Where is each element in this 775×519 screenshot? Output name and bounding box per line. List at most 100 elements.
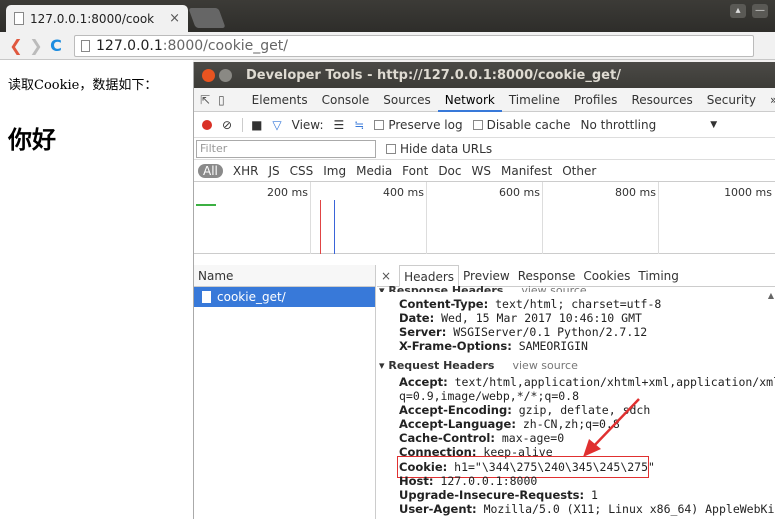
browser-toolbar: ❮ ❯ C 127.0.0.1 :8000/cookie_get/ <box>0 32 775 60</box>
url-path: :8000/cookie_get/ <box>162 37 289 54</box>
tab-sources[interactable]: Sources <box>376 88 437 112</box>
tab-profiles[interactable]: Profiles <box>567 88 625 112</box>
name-column-header[interactable]: Name <box>194 265 375 287</box>
header-row: Server: WSGIServer/0.1 Python/2.7.12 <box>399 325 648 339</box>
type-media[interactable]: Media <box>356 164 392 178</box>
tab-security[interactable]: Security <box>700 88 763 112</box>
disable-cache-checkbox[interactable]: Disable cache <box>472 118 570 132</box>
back-icon[interactable]: ❮ <box>6 36 26 55</box>
close-details-icon[interactable]: × <box>381 269 391 283</box>
large-rows-icon[interactable]: ☰ <box>334 118 345 132</box>
resource-type-filters: All XHR JS CSS Img Media Font Doc WS Man… <box>194 160 775 182</box>
header-row: Accept: text/html,application/xhtml+xml,… <box>399 375 775 389</box>
filter-icon[interactable]: ▽ <box>272 118 281 132</box>
annotation-arrow <box>583 398 640 457</box>
header-row: Content-Type: text/html; charset=utf-8 <box>399 297 662 311</box>
type-doc[interactable]: Doc <box>438 164 461 178</box>
request-row[interactable]: cookie_get/ <box>194 287 375 307</box>
throttling-select[interactable]: No throttling <box>580 118 656 132</box>
overview-icon[interactable]: ≒ <box>354 118 364 132</box>
tab-close-icon[interactable]: × <box>169 11 180 26</box>
request-timing-bar <box>196 204 216 206</box>
address-bar[interactable]: 127.0.0.1 :8000/cookie_get/ <box>74 34 754 57</box>
type-manifest[interactable]: Manifest <box>501 164 552 178</box>
checkbox-icon <box>386 143 396 154</box>
devtools-window: Developer Tools - http://127.0.0.1:8000/… <box>193 62 775 519</box>
timeline-tick: 800 ms <box>615 186 656 199</box>
page-content: 读取Cookie，数据如下： 你好 <box>0 60 193 519</box>
scroll-up-icon[interactable]: ▲ <box>768 291 774 300</box>
clear-icon[interactable]: ⊘ <box>222 118 232 132</box>
type-other[interactable]: Other <box>562 164 596 178</box>
tab-resources[interactable]: Resources <box>624 88 699 112</box>
header-row: q=0.9,image/webp,*/*;q=0.8 <box>399 389 580 403</box>
reload-icon[interactable]: C <box>46 36 66 55</box>
network-overview[interactable]: 200 ms 400 ms 600 ms 800 ms 1000 ms <box>194 182 775 254</box>
view-source-link[interactable]: view source <box>512 359 577 372</box>
tab-timeline[interactable]: Timeline <box>502 88 567 112</box>
page-icon <box>81 39 90 52</box>
window-maximize-button[interactable]: — <box>752 4 768 18</box>
type-js[interactable]: JS <box>268 164 279 178</box>
devtools-title: Developer Tools - http://127.0.0.1:8000/… <box>246 67 621 83</box>
type-img[interactable]: Img <box>323 164 346 178</box>
timeline-tick: 600 ms <box>499 186 540 199</box>
forward-icon[interactable]: ❯ <box>26 36 46 55</box>
timeline-tick: 1000 ms <box>724 186 772 199</box>
checkbox-icon <box>472 119 483 130</box>
tab-console[interactable]: Console <box>315 88 377 112</box>
tab-network[interactable]: Network <box>437 88 502 112</box>
load-event-line <box>320 200 321 254</box>
grid-line <box>310 182 311 254</box>
more-tabs-button[interactable]: » <box>763 88 775 112</box>
header-row: Cache-Control: max-age=0 <box>399 431 565 445</box>
new-tab-button[interactable] <box>188 8 226 28</box>
type-css[interactable]: CSS <box>290 164 314 178</box>
grid-line <box>426 182 427 254</box>
filter-input[interactable]: Filter <box>196 139 376 158</box>
header-row: Upgrade-Insecure-Requests: 1 <box>399 488 598 502</box>
preserve-log-checkbox[interactable]: Preserve log <box>374 118 463 132</box>
tab-timing[interactable]: Timing <box>634 265 683 287</box>
header-row: Date: Wed, 15 Mar 2017 10:46:10 GMT <box>399 311 642 325</box>
dom-content-loaded-line <box>334 200 335 254</box>
request-headers-title[interactable]: ▾ Request Headers view source <box>379 359 578 372</box>
type-font[interactable]: Font <box>402 164 428 178</box>
browser-tab[interactable]: 127.0.0.1:8000/cook × <box>6 5 188 32</box>
type-xhr[interactable]: XHR <box>233 164 259 178</box>
type-all[interactable]: All <box>198 163 223 178</box>
request-list: Name cookie_get/ <box>194 265 376 519</box>
hide-data-urls-checkbox[interactable]: Hide data URLs <box>386 142 492 156</box>
filter-row: Filter Hide data URLs <box>194 138 775 160</box>
grid-line <box>542 182 543 254</box>
screenshot-icon[interactable]: ■ <box>251 118 262 132</box>
grid-line <box>658 182 659 254</box>
minimize-window-icon[interactable] <box>219 68 232 82</box>
window-minimize-button[interactable]: ▴ <box>730 4 746 18</box>
header-row: Host: 127.0.0.1:8000 <box>399 474 538 488</box>
network-split-view: Name cookie_get/ × Headers Preview Respo… <box>194 265 775 519</box>
tab-cookies[interactable]: Cookies <box>579 265 634 287</box>
timeline-tick: 200 ms <box>267 186 308 199</box>
chevron-down-icon[interactable]: ▼ <box>710 120 717 130</box>
network-toolbar: ⊘ ■ ▽ View: ☰ ≒ Preserve log Disable cac… <box>194 112 775 138</box>
divider <box>242 117 244 132</box>
inspect-element-icon[interactable]: ⇱ <box>200 93 210 107</box>
file-icon <box>202 291 211 303</box>
record-icon[interactable] <box>202 119 212 130</box>
browser-tab-strip: 127.0.0.1:8000/cook × ▴ — <box>0 0 775 32</box>
page-text: 读取Cookie，数据如下： <box>8 78 158 93</box>
timeline-tick: 400 ms <box>383 186 424 199</box>
close-window-icon[interactable] <box>202 68 215 82</box>
checkbox-icon <box>374 119 385 130</box>
device-mode-icon[interactable]: ▯ <box>218 93 225 107</box>
url-host: 127.0.0.1 <box>96 37 163 54</box>
tab-title: 127.0.0.1:8000/cook <box>30 11 155 26</box>
devtools-titlebar: Developer Tools - http://127.0.0.1:8000/… <box>194 62 775 88</box>
page-icon <box>14 12 24 25</box>
tab-elements[interactable]: Elements <box>245 88 315 112</box>
view-label: View: <box>291 117 324 132</box>
type-ws[interactable]: WS <box>472 164 491 178</box>
page-heading: 你好 <box>8 126 56 154</box>
response-headers-title[interactable]: ▾ Response Headers view source <box>379 284 587 292</box>
